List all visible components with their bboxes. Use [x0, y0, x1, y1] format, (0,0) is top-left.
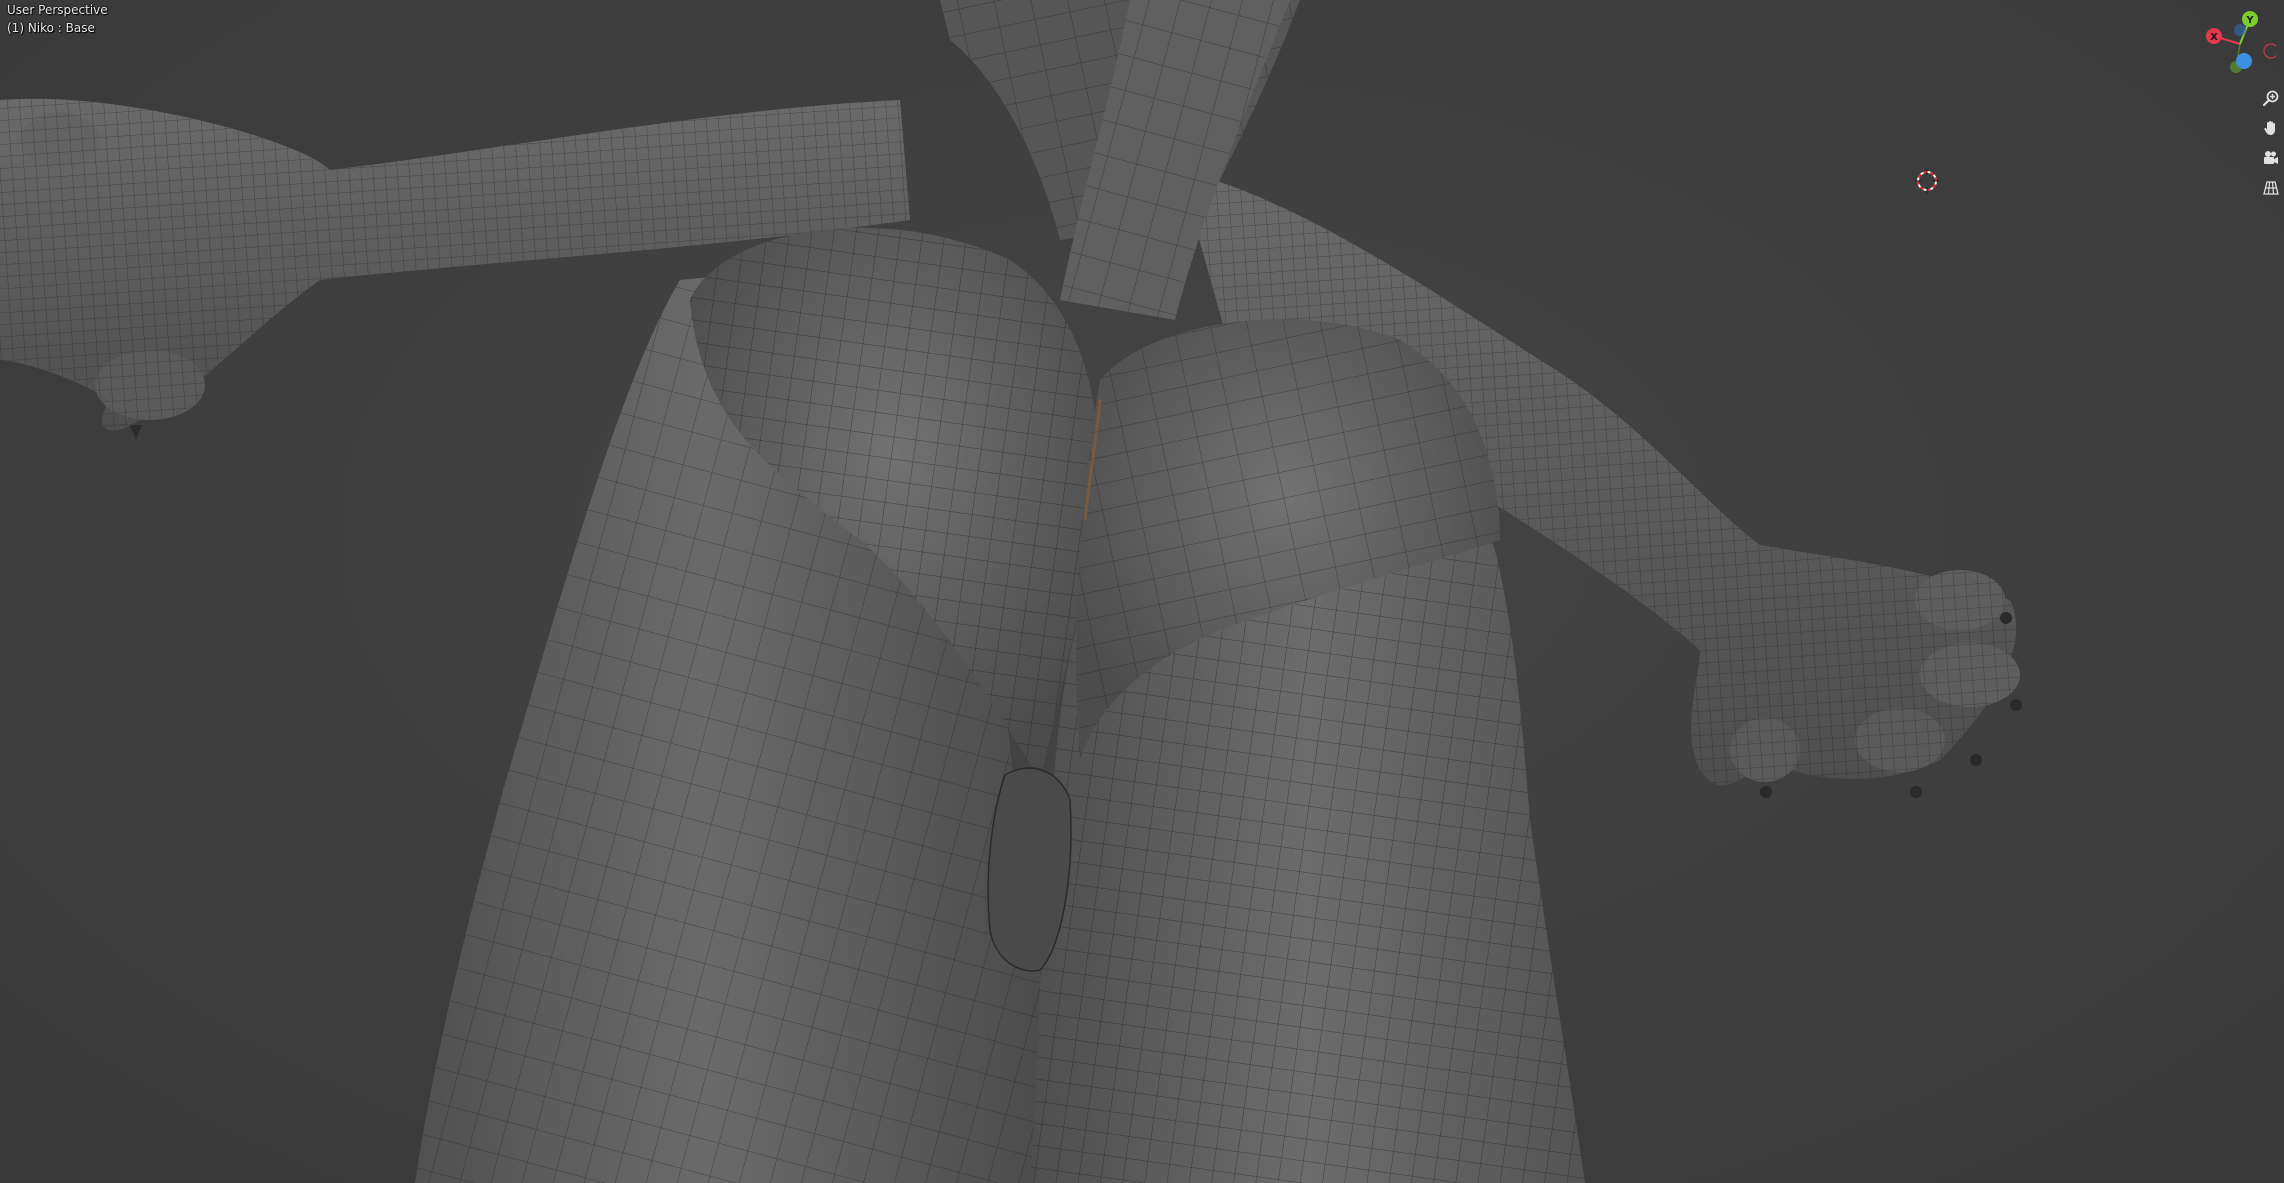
- gizmo-neg-x[interactable]: [2263, 43, 2276, 59]
- magnifier-plus-icon: [2262, 90, 2279, 107]
- svg-text:Y: Y: [2245, 15, 2254, 26]
- axis-gizmo[interactable]: X Y: [2196, 6, 2276, 80]
- pan-button[interactable]: [2258, 115, 2284, 141]
- viewport-perspective-label: User Perspective: [7, 3, 108, 17]
- zoom-button[interactable]: [2258, 85, 2284, 111]
- ortho-toggle-button[interactable]: [2258, 175, 2284, 201]
- camera-icon: [2264, 151, 2278, 164]
- 3d-viewport[interactable]: User Perspective (1) Niko : Base X Y: [0, 0, 2284, 1183]
- hand-icon: [2264, 121, 2275, 135]
- svg-text:X: X: [2210, 32, 2218, 43]
- mesh-render: [0, 0, 2022, 1183]
- grid-icon: [2263, 181, 2279, 195]
- gizmo-z-axis[interactable]: [2236, 53, 2252, 69]
- 3d-cursor[interactable]: [1913, 167, 1941, 195]
- gizmo-z-neg[interactable]: [2234, 24, 2246, 36]
- active-object-label: (1) Niko : Base: [7, 21, 95, 35]
- camera-view-button[interactable]: [2258, 145, 2284, 171]
